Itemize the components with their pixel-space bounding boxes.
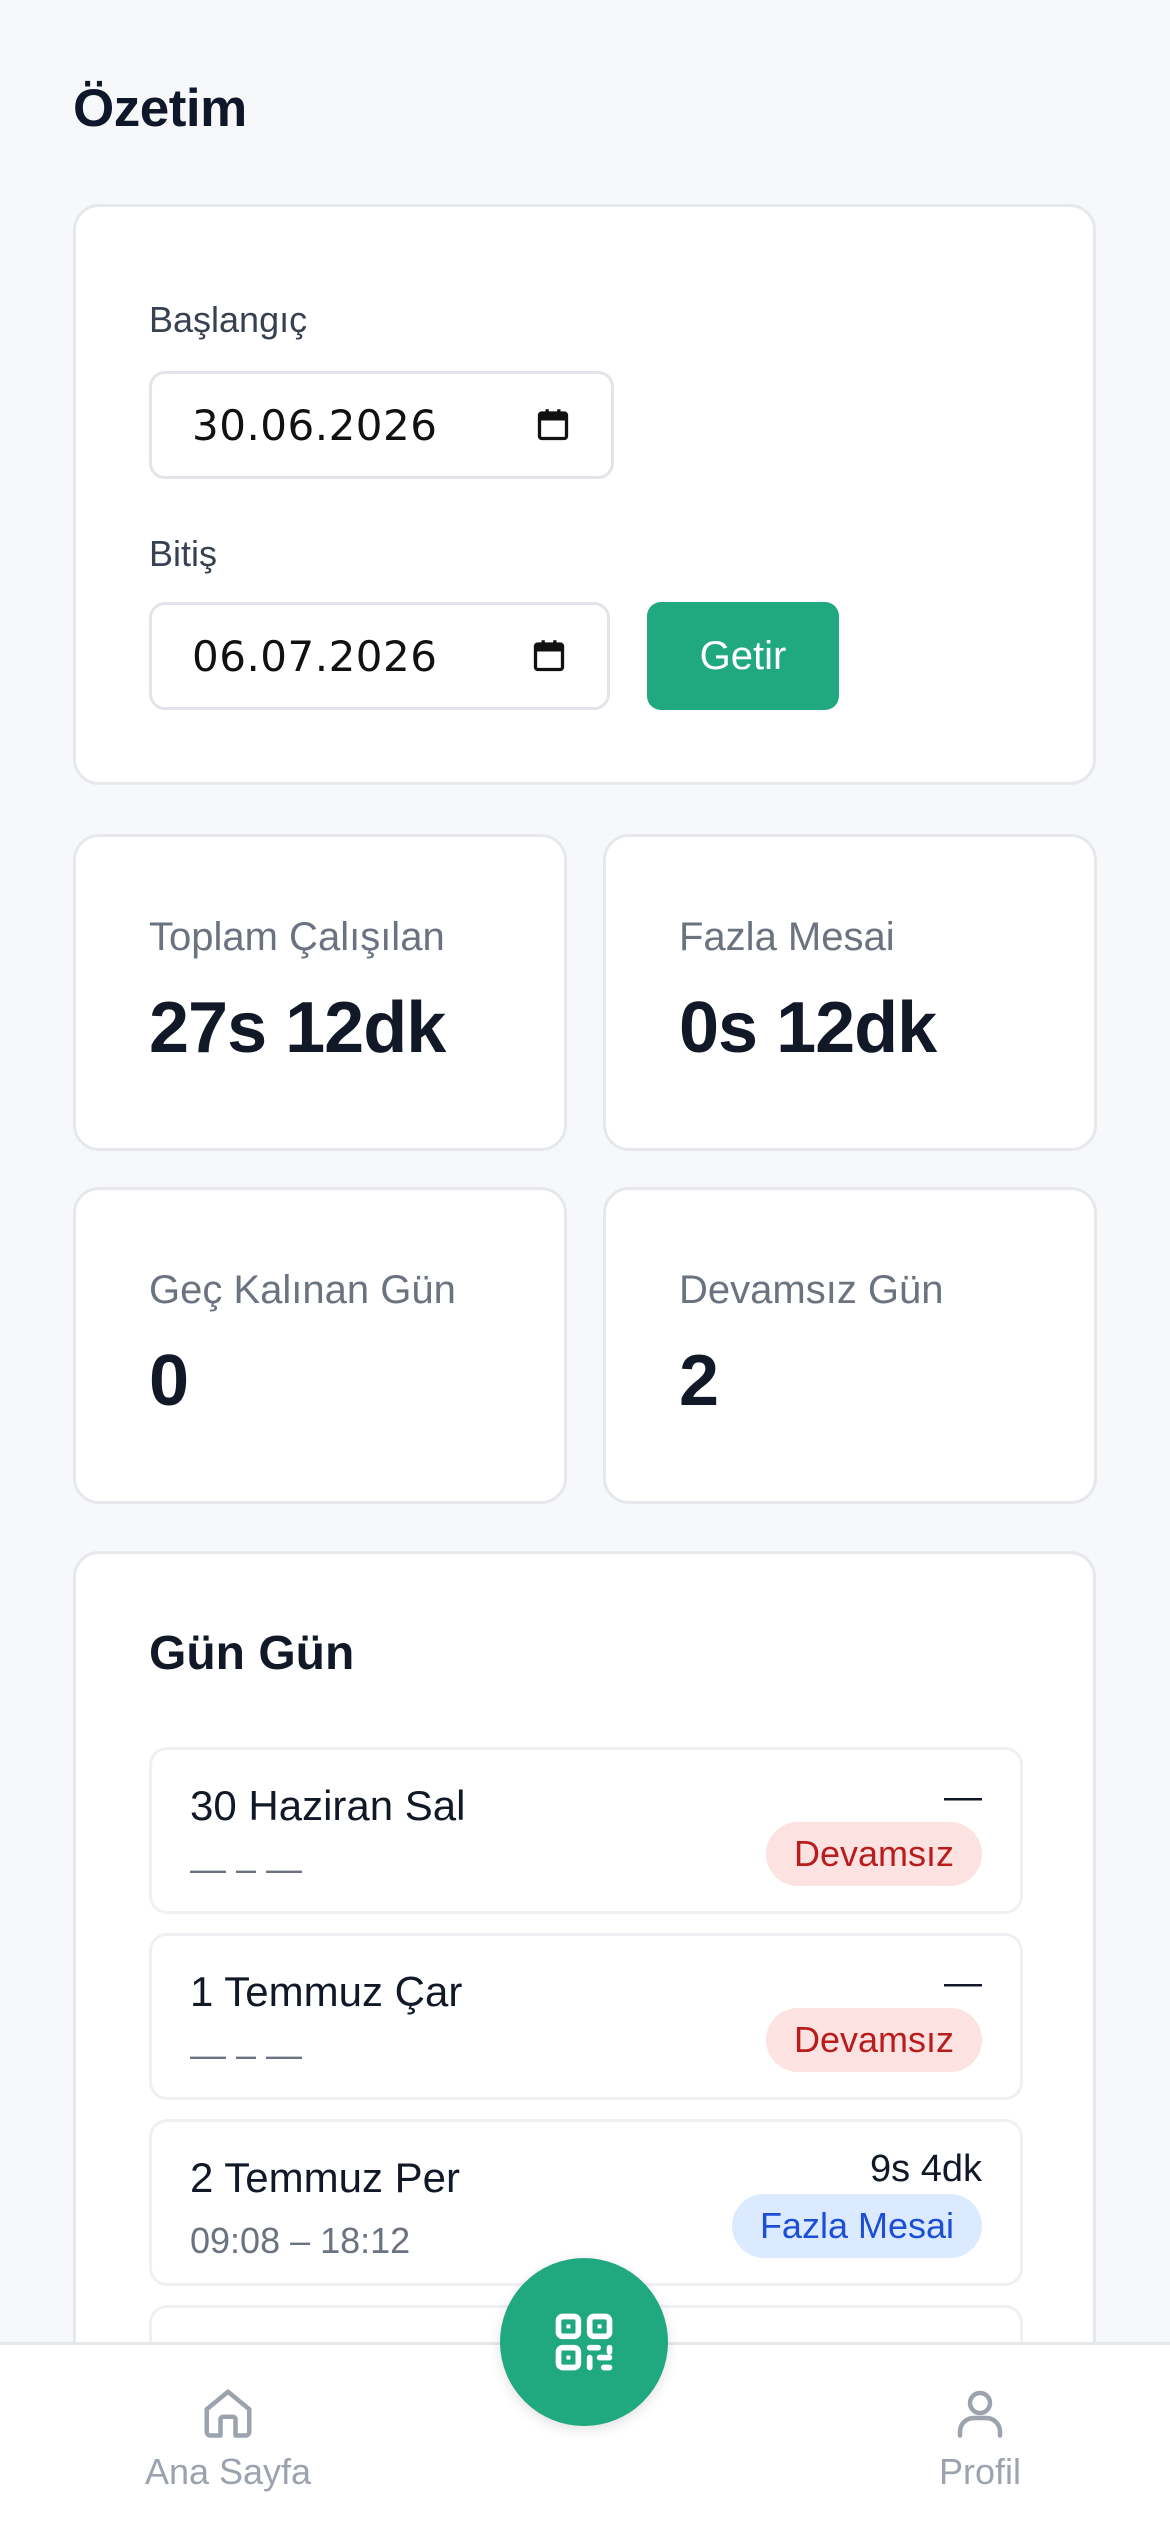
stat-card-total-worked: Toplam Çalışılan 27s 12dk [73,834,567,1151]
stat-value: 0 [149,1341,189,1421]
stat-label: Fazla Mesai [679,915,895,959]
stat-label: Devamsız Gün [679,1268,944,1312]
calendar-icon[interactable] [535,407,571,443]
calendar-icon[interactable] [531,638,567,674]
nav-label-home: Ana Sayfa [144,2451,312,2492]
stat-card-absent-days: Devamsız Gün 2 [603,1187,1097,1504]
day-duration: — [944,1962,982,2004]
nav-item-home[interactable]: Ana Sayfa [118,2383,338,2493]
start-date-value: 30.06.2026 [192,400,438,450]
start-date-label: Başlangıç [149,299,308,340]
end-date-input[interactable]: 06.07.2026 [149,602,610,710]
day-times: — – — [190,1848,303,1889]
end-date-label: Bitiş [149,533,218,574]
status-badge: Fazla Mesai [731,2194,982,2258]
day-date: 1 Temmuz Çar [190,1968,463,2015]
qr-code-icon [555,2313,613,2371]
list-item[interactable]: 30 Haziran Sal — – — — Devamsız [149,1747,1023,1914]
status-badge: Devamsız [765,2008,982,2072]
stat-value: 0s 12dk [679,988,937,1068]
date-filter-card: Başlangıç 30.06.2026 Bitiş 06.07.2026 Ge… [73,204,1096,785]
day-duration: 9s 4dk [870,2148,982,2190]
section-title: Gün Gün [149,1627,355,1680]
qr-scan-button[interactable] [500,2258,668,2426]
end-date-value: 06.07.2026 [192,631,438,681]
nav-item-profile[interactable]: Profil [870,2383,1090,2493]
page-title: Özetim [73,79,247,138]
start-date-input[interactable]: 30.06.2026 [149,371,614,479]
stat-value: 27s 12dk [149,988,446,1068]
stat-label: Geç Kalınan Gün [149,1268,456,1312]
status-badge: Devamsız [765,1822,982,1886]
home-icon [204,2389,252,2438]
stat-card-late-days: Geç Kalınan Gün 0 [73,1187,567,1504]
stat-card-overtime: Fazla Mesai 0s 12dk [603,834,1097,1151]
day-date: 30 Haziran Sal [190,1782,466,1829]
stat-label: Toplam Çalışılan [149,915,445,959]
day-duration: — [944,1776,982,1818]
day-times: 09:08 – 18:12 [190,2220,411,2261]
user-icon [957,2390,1003,2438]
stat-value: 2 [679,1341,719,1421]
day-times: — – — [190,2034,303,2075]
list-item[interactable]: 1 Temmuz Çar — – — — Devamsız [149,1933,1023,2100]
fetch-button[interactable]: Getir [647,602,839,710]
day-date: 2 Temmuz Per [190,2154,460,2201]
nav-label-profile: Profil [938,2451,1022,2492]
summary-page: Özetim Başlangıç 30.06.2026 Bitiş 06.07.… [0,0,1170,2532]
